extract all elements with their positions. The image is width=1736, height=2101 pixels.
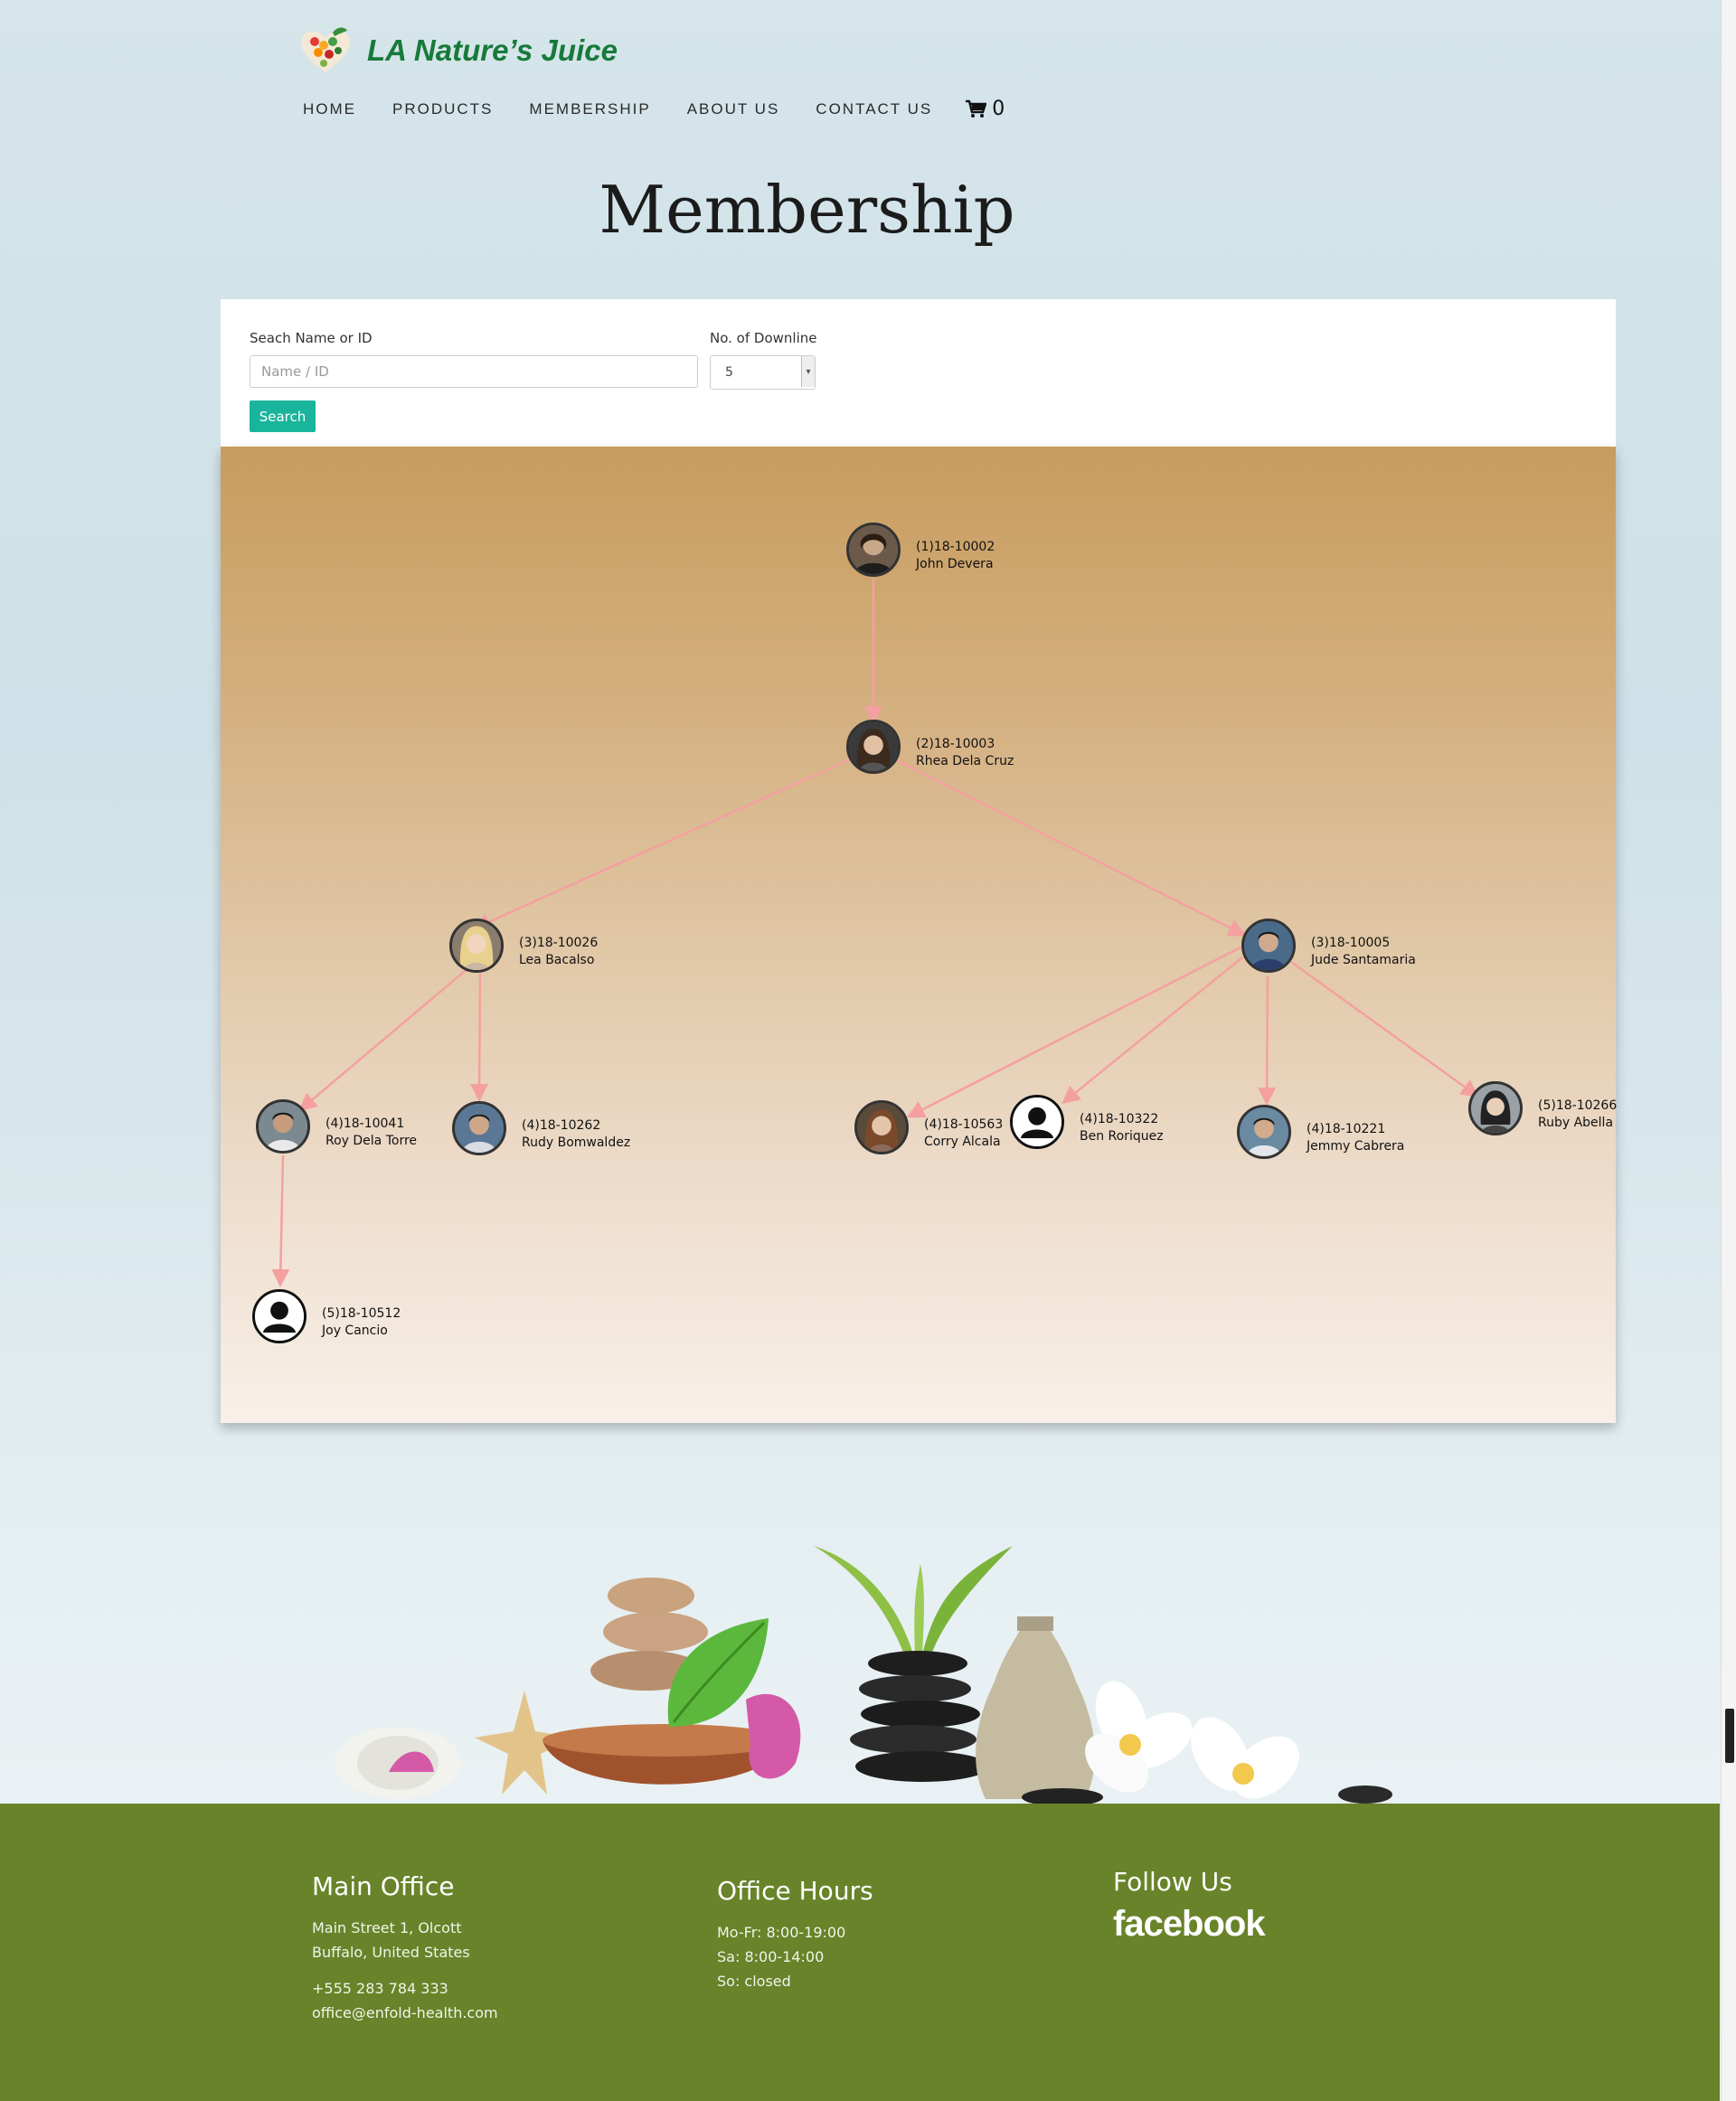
member-avatar — [1468, 1081, 1523, 1135]
nav-contact-us[interactable]: CONTACT US — [816, 100, 932, 118]
default-user-icon — [1010, 1095, 1064, 1149]
nav-membership[interactable]: MEMBERSHIP — [529, 100, 650, 118]
member-id: (4)18-10262 — [522, 1118, 601, 1133]
member-name: Ruby Abella — [1538, 1116, 1614, 1130]
page-title: Membership — [599, 172, 1015, 248]
search-button[interactable]: Search — [250, 400, 316, 432]
email-link[interactable]: office@enfold-health.com — [312, 2001, 498, 2025]
member-id: (3)18-10026 — [519, 936, 599, 950]
spa-decoration-image — [335, 1546, 1392, 1804]
brand[interactable]: LA Nature’s Juice — [297, 25, 618, 76]
member-avatar — [1237, 1105, 1291, 1159]
footer-office-hours: Office Hours Mo-Fr: 8:00-19:00 Sa: 8:00-… — [717, 1876, 873, 1993]
member-avatar — [854, 1100, 909, 1154]
footer-heading: Follow Us — [1113, 1867, 1232, 1897]
downline-value: 5 — [725, 365, 733, 380]
member-name: Corry Alcala — [924, 1135, 1001, 1149]
main-nav: HOME PRODUCTS MEMBERSHIP ABOUT US CONTAC… — [303, 98, 1005, 120]
member-avatar — [1241, 919, 1296, 973]
nav-home[interactable]: HOME — [303, 100, 356, 118]
member-name: Jude Santamaria — [1311, 953, 1416, 967]
connector-10003-10005 — [894, 758, 1247, 937]
footer-follow-us: Follow Us facebook — [1113, 1867, 1266, 1945]
footer-heading: Main Office — [312, 1871, 455, 1901]
member-id: (4)18-10041 — [326, 1116, 405, 1131]
search-input[interactable] — [250, 355, 698, 388]
footer-main-office: Main Office Main Street 1, Olcott Buffal… — [312, 1871, 498, 2025]
downline-label: No. of Downline — [710, 330, 817, 346]
member-avatar — [452, 1101, 506, 1155]
member-avatar — [846, 720, 901, 774]
member-id: (4)18-10322 — [1080, 1112, 1159, 1126]
connector-10005-10266 — [1290, 960, 1480, 1098]
member-avatar — [846, 523, 901, 577]
downline-select[interactable]: 5 ▾ — [710, 355, 816, 390]
phone-number[interactable]: +555 283 784 333 — [312, 1976, 498, 2001]
address-line-1: Main Street 1, Olcott — [312, 1919, 462, 1936]
member-name: Roy Dela Torre — [326, 1134, 418, 1148]
connector-10005-10563 — [906, 946, 1241, 1118]
logo-icon — [301, 27, 350, 72]
cart-count: 0 — [992, 98, 1005, 120]
member-id: (3)18-10005 — [1311, 936, 1391, 950]
default-user-icon — [252, 1289, 307, 1343]
frangipani-flowers — [1085, 1681, 1299, 1799]
footer-heading: Office Hours — [717, 1876, 873, 1906]
member-id: (5)18-10512 — [322, 1306, 401, 1321]
browser-scrollbar[interactable] — [1721, 0, 1736, 2101]
hours-weekdays: Mo-Fr: 8:00-19:00 — [717, 1924, 846, 1941]
chevron-down-icon: ▾ — [801, 356, 815, 387]
facebook-link[interactable]: facebook — [1113, 1904, 1266, 1945]
search-panel: Seach Name or ID No. of Downline 5 ▾ Sea… — [221, 299, 1616, 447]
brand-name: LA Nature’s Juice — [367, 33, 618, 67]
member-name: Lea Bacalso — [519, 953, 595, 967]
tree-connectors — [271, 579, 1480, 1287]
cart-icon — [966, 99, 987, 118]
member-name: Joy Cancio — [322, 1324, 388, 1338]
connector-10005-10322 — [1061, 956, 1243, 1105]
member-id: (5)18-10266 — [1538, 1098, 1618, 1113]
cart-button[interactable]: 0 — [965, 98, 1005, 120]
nav-about-us[interactable]: ABOUT US — [687, 100, 780, 118]
member-id: (1)18-10002 — [916, 540, 995, 554]
member-name: Rhea Dela Cruz — [916, 754, 1014, 768]
scrollbar-thumb[interactable] — [1725, 1709, 1734, 1763]
nav-products[interactable]: PRODUCTS — [392, 100, 493, 118]
member-id: (4)18-10563 — [924, 1117, 1004, 1132]
member-id: (4)18-10221 — [1307, 1122, 1386, 1136]
hours-saturday: Sa: 8:00-14:00 — [717, 1948, 825, 1965]
connector-10026-10262 — [470, 973, 489, 1102]
member-name: John Devera — [916, 557, 994, 571]
connector-10003-10026 — [472, 758, 851, 930]
member-id: (2)18-10003 — [916, 737, 995, 751]
footer: Main Office Main Street 1, Olcott Buffal… — [0, 1804, 1720, 2101]
genealogy-tree: (1)18-10002 John Devera (2)18-10003 Rhea… — [221, 447, 1618, 1423]
member-name: Ben Roriquez — [1080, 1129, 1164, 1144]
address-line-2: Buffalo, United States — [312, 1944, 470, 1961]
connector-10005-10221 — [1258, 975, 1277, 1106]
hours-sunday: So: closed — [717, 1973, 791, 1990]
connector-10041-10512 — [271, 1154, 290, 1287]
member-avatar — [256, 1099, 310, 1154]
member-avatar — [449, 919, 504, 973]
connector-10026-10041 — [298, 961, 476, 1112]
search-name-label: Seach Name or ID — [250, 330, 373, 346]
member-name: Rudy Bomwaldez — [522, 1135, 631, 1150]
member-name: Jemmy Cabrera — [1307, 1139, 1405, 1154]
